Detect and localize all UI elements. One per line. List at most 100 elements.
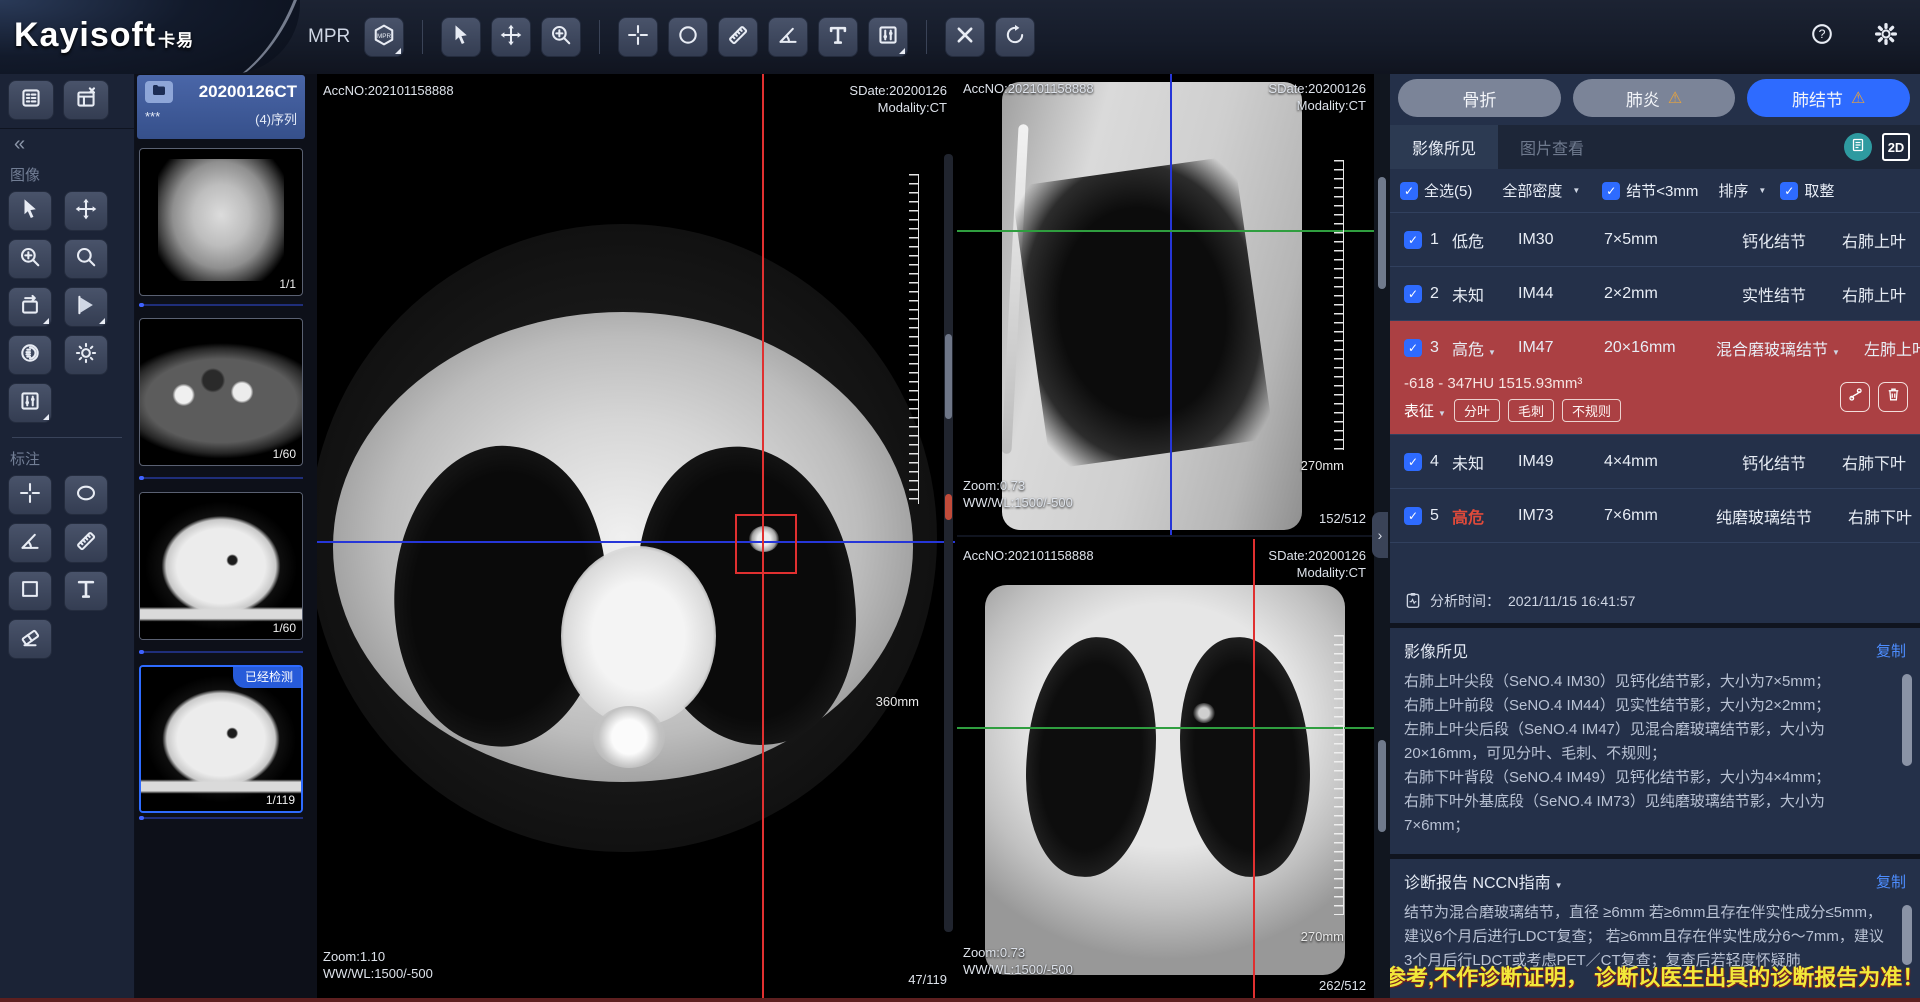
feature-tag-spiculation[interactable]: 毛刺 (1508, 399, 1554, 422)
checkbox-checked-icon[interactable] (1780, 182, 1798, 200)
axial-scale-label: 360mm (876, 694, 919, 709)
rail-window-level-button[interactable] (8, 383, 52, 423)
rail-ruler-button[interactable] (64, 523, 108, 563)
angle-tool-button[interactable] (768, 17, 808, 57)
close-layout-button[interactable] (63, 80, 109, 120)
report-bubble-button[interactable] (1844, 133, 1872, 161)
findings-scrollbar-thumb[interactable] (1902, 674, 1912, 766)
tab-lung-nodule[interactable]: 肺结节⚠ (1747, 79, 1910, 117)
delete-tool-button[interactable] (945, 17, 985, 57)
axial-crosshair-horizontal[interactable] (317, 541, 955, 543)
thumbnail-axial-mediastinum[interactable]: 1/60 (139, 318, 303, 466)
nodule-checkbox[interactable] (1404, 285, 1422, 303)
thumbnail-axial-lung[interactable]: 1/60 (139, 492, 303, 640)
rail-eraser-button[interactable] (8, 619, 52, 659)
reset-tool-button[interactable] (995, 17, 1035, 57)
top-bar: Kayisoft卡易 MPR MPR (0, 0, 1920, 74)
axial-scrollbar-thumb[interactable] (945, 334, 952, 419)
follow-up-button[interactable] (1840, 382, 1870, 412)
risk-dropdown[interactable]: 高危 (1452, 336, 1518, 360)
sagittal-crosshair-horizontal[interactable] (957, 230, 1374, 232)
select-all-checkbox[interactable]: 全选(5) (1400, 180, 1472, 201)
nodule-checkbox[interactable] (1404, 453, 1422, 471)
report-scrollbar-thumb[interactable] (1902, 905, 1912, 965)
axial-scrollbar-marker[interactable] (945, 494, 952, 520)
rail-select-button[interactable] (8, 191, 52, 231)
thumbnail-divider (139, 477, 303, 479)
ellipse-tool-button[interactable] (668, 17, 708, 57)
thumbnail-scout[interactable]: 1/1 (139, 148, 303, 296)
copy-findings-button[interactable]: 复制 (1876, 640, 1906, 661)
nodule-row-2[interactable]: 2 未知 IM44 2×2mm 实性结节 右肺上叶 (1390, 267, 1920, 321)
report-list-button[interactable] (8, 80, 54, 120)
delete-nodule-button[interactable] (1878, 382, 1908, 412)
axial-scrollbar[interactable] (944, 154, 953, 932)
nodule-roi-box[interactable] (735, 514, 797, 574)
rail-brightness-button[interactable] (64, 335, 108, 375)
rail-magnify-button[interactable] (64, 239, 108, 279)
copy-report-button[interactable]: 复制 (1876, 871, 1906, 892)
nodule-row-1[interactable]: 1 低危 IM30 7×5mm 钙化结节 右肺上叶 (1390, 213, 1920, 267)
nodule-row-3-selected[interactable]: 3 高危 IM47 20×16mm 混合磨玻璃结节 左肺上叶 -618 - 34… (1390, 321, 1920, 435)
collapse-rail-button[interactable]: « (0, 129, 134, 156)
nodule-checkbox[interactable] (1404, 339, 1422, 357)
ruler-tool-button[interactable] (718, 17, 758, 57)
mpr-tool-button[interactable]: MPR (364, 17, 404, 57)
rail-angle-button[interactable] (8, 523, 52, 563)
2d-view-button[interactable]: 2D (1882, 133, 1910, 161)
coronal-crosshair-vertical[interactable] (1253, 539, 1255, 1002)
coronal-crosshair-horizontal[interactable] (957, 727, 1374, 729)
thumbnail-axial-selected[interactable]: 已经检测 1/119 (139, 665, 303, 813)
small-nodule-checkbox[interactable]: 结节<3mm (1602, 180, 1698, 201)
zoom-in-tool-button[interactable] (541, 17, 581, 57)
tab-fracture[interactable]: 骨折 (1398, 79, 1561, 117)
rail-cine-play-button[interactable] (64, 287, 108, 327)
help-button[interactable]: ? (1802, 16, 1842, 56)
folder-button[interactable] (145, 81, 173, 103)
select-tool-button[interactable] (441, 17, 481, 57)
window-level-tool-button[interactable] (868, 17, 908, 57)
coronal-scrollbar-thumb[interactable] (1378, 740, 1386, 832)
series-header[interactable]: 20200126CT *** (4)序列 (137, 75, 305, 139)
coronal-viewport[interactable]: 270mm AccNO:202101158888 SDate:20200126 … (957, 539, 1374, 1002)
text-tool-button[interactable] (818, 17, 858, 57)
patient-name-masked: *** (145, 109, 160, 128)
location-dropdown[interactable]: 左肺上叶 (1840, 336, 1920, 360)
feature-tag-lobulation[interactable]: 分叶 (1454, 399, 1500, 422)
window-level-icon (19, 390, 41, 417)
nodule-row-4[interactable]: 4 未知 IM49 4×4mm 钙化结节 右肺下叶 (1390, 435, 1920, 489)
nodule-checkbox[interactable] (1404, 507, 1422, 525)
sort-dropdown[interactable]: 排序 (1718, 180, 1766, 201)
rail-ellipse-button[interactable] (64, 475, 108, 515)
axial-viewport[interactable]: 360mm AccNO:202101158888 SDate:20200126 … (317, 74, 955, 1002)
rail-pan-button[interactable] (64, 191, 108, 231)
rail-text-button[interactable] (64, 571, 108, 611)
sagittal-viewport[interactable]: 270mm AccNO:202101158888 SDate:20200126 … (957, 74, 1374, 537)
sagittal-scrollbar-thumb[interactable] (1378, 177, 1386, 289)
ai-analysis-panel: 骨折 肺炎⚠ 肺结节⚠ 影像所见 图片查看 2D 全选(5) 全部密度 结节<3… (1390, 74, 1920, 1002)
tab-image-findings[interactable]: 影像所见 (1390, 125, 1498, 169)
rail-invert-button[interactable] (8, 335, 52, 375)
checkbox-checked-icon[interactable] (1602, 182, 1620, 200)
density-filter-dropdown[interactable]: 全部密度 (1502, 180, 1580, 201)
tab-picture-view[interactable]: 图片查看 (1498, 125, 1606, 169)
settings-button[interactable] (1866, 16, 1906, 56)
crosshair-tool-button[interactable] (618, 17, 658, 57)
angle-icon (777, 24, 799, 51)
feature-tag-irregular[interactable]: 不规则 (1562, 399, 1621, 422)
rail-crosshair-button[interactable] (8, 475, 52, 515)
feature-dropdown[interactable]: 表征 (1404, 400, 1446, 421)
rail-rotate-button[interactable] (8, 287, 52, 327)
sagittal-crosshair-vertical[interactable] (1170, 74, 1172, 535)
type-dropdown[interactable]: 混合磨玻璃结节 (1716, 336, 1840, 360)
report-guideline-dropdown[interactable]: 诊断报告 NCCN指南 (1404, 869, 1563, 893)
round-checkbox[interactable]: 取整 (1780, 180, 1834, 201)
panel-expand-handle[interactable]: › (1372, 512, 1388, 558)
nodule-checkbox[interactable] (1404, 231, 1422, 249)
rail-zoom-in-button[interactable] (8, 239, 52, 279)
rail-rectangle-button[interactable] (8, 571, 52, 611)
pan-tool-button[interactable] (491, 17, 531, 57)
nodule-row-5[interactable]: 5 高危 IM73 7×6mm 纯磨玻璃结节 右肺下叶 (1390, 489, 1920, 543)
tab-pneumonia[interactable]: 肺炎⚠ (1573, 79, 1736, 117)
checkbox-checked-icon[interactable] (1400, 182, 1418, 200)
